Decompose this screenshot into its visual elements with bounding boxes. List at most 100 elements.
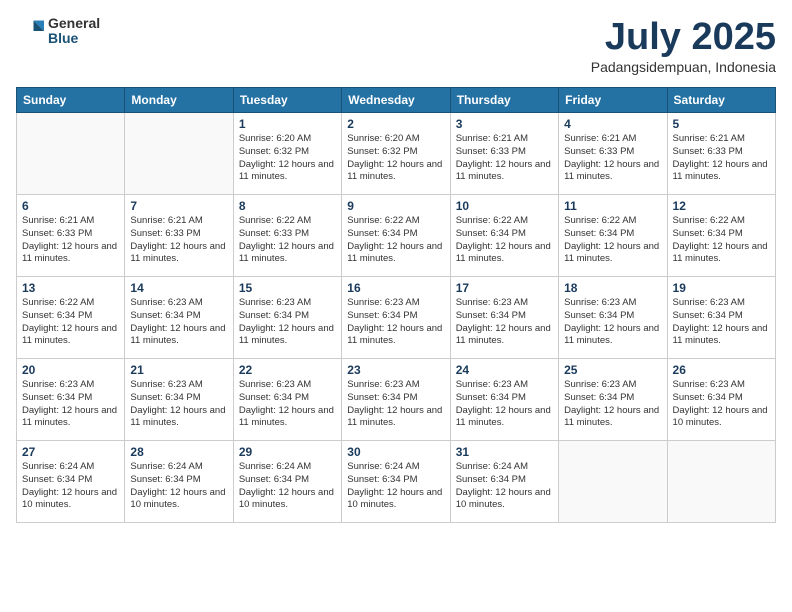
calendar-day-cell: 7Sunrise: 6:21 AM Sunset: 6:33 PM Daylig… <box>125 195 233 277</box>
day-info: Sunrise: 6:22 AM Sunset: 6:34 PM Dayligh… <box>456 215 553 266</box>
day-info: Sunrise: 6:22 AM Sunset: 6:34 PM Dayligh… <box>347 215 444 266</box>
calendar-day-cell <box>667 441 775 523</box>
calendar-day-cell: 4Sunrise: 6:21 AM Sunset: 6:33 PM Daylig… <box>559 113 667 195</box>
calendar-week-row: 1 Sunrise: 6:20 AM Sunset: 6:32 PM Daylig… <box>17 113 776 195</box>
day-number: 4 <box>564 117 661 131</box>
day-number: 17 <box>456 281 553 295</box>
day-number: 5 <box>673 117 770 131</box>
calendar-week-row: 27 Sunrise: 6:24 AM Sunset: 6:34 PM Dayli… <box>17 441 776 523</box>
calendar-day-cell: 21 Sunrise: 6:23 AM Sunset: 6:34 PM Dayli… <box>125 359 233 441</box>
calendar-day-cell: 6Sunrise: 6:21 AM Sunset: 6:33 PM Daylig… <box>17 195 125 277</box>
day-number: 21 <box>130 363 227 377</box>
logo-icon <box>16 17 44 45</box>
calendar-day-cell: 30 Sunrise: 6:24 AM Sunset: 6:34 PM Dayli… <box>342 441 450 523</box>
day-info: Sunrise: 6:21 AM Sunset: 6:33 PM Dayligh… <box>456 133 553 184</box>
day-info: Sunrise: 6:20 AM Sunset: 6:32 PM Dayligh… <box>239 133 336 184</box>
day-info: Sunrise: 6:24 AM Sunset: 6:34 PM Dayligh… <box>347 461 444 512</box>
day-number: 22 <box>239 363 336 377</box>
day-number: 11 <box>564 199 661 213</box>
weekday-header: Sunday <box>17 88 125 113</box>
day-info: Sunrise: 6:24 AM Sunset: 6:34 PM Dayligh… <box>130 461 227 512</box>
day-number: 20 <box>22 363 119 377</box>
calendar-day-cell: 12Sunrise: 6:22 AM Sunset: 6:34 PM Dayli… <box>667 195 775 277</box>
day-number: 23 <box>347 363 444 377</box>
day-number: 19 <box>673 281 770 295</box>
page-header: General Blue July 2025 Padangsidempuan, … <box>16 16 776 75</box>
day-number: 28 <box>130 445 227 459</box>
day-number: 1 <box>239 117 336 131</box>
calendar-day-cell: 8Sunrise: 6:22 AM Sunset: 6:33 PM Daylig… <box>233 195 341 277</box>
day-number: 10 <box>456 199 553 213</box>
day-info: Sunrise: 6:23 AM Sunset: 6:34 PM Dayligh… <box>564 379 661 430</box>
calendar-day-cell: 24 Sunrise: 6:23 AM Sunset: 6:34 PM Dayli… <box>450 359 558 441</box>
day-info: Sunrise: 6:23 AM Sunset: 6:34 PM Dayligh… <box>673 379 770 430</box>
day-number: 30 <box>347 445 444 459</box>
day-number: 13 <box>22 281 119 295</box>
calendar-day-cell: 26 Sunrise: 6:23 AM Sunset: 6:34 PM Dayli… <box>667 359 775 441</box>
calendar-day-cell: 27 Sunrise: 6:24 AM Sunset: 6:34 PM Dayli… <box>17 441 125 523</box>
day-info: Sunrise: 6:23 AM Sunset: 6:34 PM Dayligh… <box>239 297 336 348</box>
day-info: Sunrise: 6:22 AM Sunset: 6:34 PM Dayligh… <box>22 297 119 348</box>
day-info: Sunrise: 6:23 AM Sunset: 6:34 PM Dayligh… <box>130 379 227 430</box>
calendar-day-cell: 31 Sunrise: 6:24 AM Sunset: 6:34 PM Dayli… <box>450 441 558 523</box>
calendar-day-cell: 22 Sunrise: 6:23 AM Sunset: 6:34 PM Dayli… <box>233 359 341 441</box>
day-number: 7 <box>130 199 227 213</box>
calendar-day-cell: 5Sunrise: 6:21 AM Sunset: 6:33 PM Daylig… <box>667 113 775 195</box>
weekday-header: Monday <box>125 88 233 113</box>
logo-general: General <box>48 16 100 31</box>
day-info: Sunrise: 6:24 AM Sunset: 6:34 PM Dayligh… <box>456 461 553 512</box>
day-info: Sunrise: 6:23 AM Sunset: 6:34 PM Dayligh… <box>456 297 553 348</box>
title-block: July 2025 Padangsidempuan, Indonesia <box>591 16 776 75</box>
calendar-day-cell: 13 Sunrise: 6:22 AM Sunset: 6:34 PM Dayli… <box>17 277 125 359</box>
calendar-day-cell: 3 Sunrise: 6:21 AM Sunset: 6:33 PM Daylig… <box>450 113 558 195</box>
day-info: Sunrise: 6:23 AM Sunset: 6:34 PM Dayligh… <box>673 297 770 348</box>
calendar-day-cell: 10 Sunrise: 6:22 AM Sunset: 6:34 PM Dayli… <box>450 195 558 277</box>
day-info: Sunrise: 6:20 AM Sunset: 6:32 PM Dayligh… <box>347 133 444 184</box>
location-subtitle: Padangsidempuan, Indonesia <box>591 59 776 75</box>
day-number: 18 <box>564 281 661 295</box>
day-info: Sunrise: 6:24 AM Sunset: 6:34 PM Dayligh… <box>22 461 119 512</box>
calendar-day-cell: 2 Sunrise: 6:20 AM Sunset: 6:32 PM Daylig… <box>342 113 450 195</box>
day-number: 27 <box>22 445 119 459</box>
day-number: 8 <box>239 199 336 213</box>
calendar-header-row: SundayMondayTuesdayWednesdayThursdayFrid… <box>17 88 776 113</box>
calendar-table: SundayMondayTuesdayWednesdayThursdayFrid… <box>16 87 776 523</box>
weekday-header: Wednesday <box>342 88 450 113</box>
day-number: 24 <box>456 363 553 377</box>
month-title: July 2025 <box>591 16 776 59</box>
calendar-day-cell: 29Sunrise: 6:24 AM Sunset: 6:34 PM Dayli… <box>233 441 341 523</box>
calendar-week-row: 13 Sunrise: 6:22 AM Sunset: 6:34 PM Dayli… <box>17 277 776 359</box>
calendar-day-cell: 15Sunrise: 6:23 AM Sunset: 6:34 PM Dayli… <box>233 277 341 359</box>
day-info: Sunrise: 6:23 AM Sunset: 6:34 PM Dayligh… <box>239 379 336 430</box>
day-info: Sunrise: 6:23 AM Sunset: 6:34 PM Dayligh… <box>22 379 119 430</box>
calendar-day-cell: 25 Sunrise: 6:23 AM Sunset: 6:34 PM Dayli… <box>559 359 667 441</box>
day-number: 14 <box>130 281 227 295</box>
weekday-header: Tuesday <box>233 88 341 113</box>
calendar-week-row: 20 Sunrise: 6:23 AM Sunset: 6:34 PM Dayli… <box>17 359 776 441</box>
day-info: Sunrise: 6:23 AM Sunset: 6:34 PM Dayligh… <box>456 379 553 430</box>
day-number: 3 <box>456 117 553 131</box>
day-info: Sunrise: 6:23 AM Sunset: 6:34 PM Dayligh… <box>347 297 444 348</box>
day-number: 25 <box>564 363 661 377</box>
calendar-day-cell: 19 Sunrise: 6:23 AM Sunset: 6:34 PM Dayli… <box>667 277 775 359</box>
calendar-day-cell <box>125 113 233 195</box>
calendar-day-cell: 1 Sunrise: 6:20 AM Sunset: 6:32 PM Daylig… <box>233 113 341 195</box>
day-number: 26 <box>673 363 770 377</box>
day-number: 16 <box>347 281 444 295</box>
day-info: Sunrise: 6:23 AM Sunset: 6:34 PM Dayligh… <box>347 379 444 430</box>
weekday-header: Thursday <box>450 88 558 113</box>
logo: General Blue <box>16 16 100 47</box>
calendar-day-cell: 11Sunrise: 6:22 AM Sunset: 6:34 PM Dayli… <box>559 195 667 277</box>
calendar-week-row: 6Sunrise: 6:21 AM Sunset: 6:33 PM Daylig… <box>17 195 776 277</box>
day-number: 2 <box>347 117 444 131</box>
day-number: 9 <box>347 199 444 213</box>
day-number: 12 <box>673 199 770 213</box>
calendar-day-cell <box>17 113 125 195</box>
calendar-day-cell <box>559 441 667 523</box>
day-info: Sunrise: 6:23 AM Sunset: 6:34 PM Dayligh… <box>564 297 661 348</box>
calendar-day-cell: 20 Sunrise: 6:23 AM Sunset: 6:34 PM Dayli… <box>17 359 125 441</box>
day-number: 31 <box>456 445 553 459</box>
day-info: Sunrise: 6:21 AM Sunset: 6:33 PM Dayligh… <box>22 215 119 266</box>
calendar-day-cell: 14Sunrise: 6:23 AM Sunset: 6:34 PM Dayli… <box>125 277 233 359</box>
calendar-day-cell: 28 Sunrise: 6:24 AM Sunset: 6:34 PM Dayli… <box>125 441 233 523</box>
